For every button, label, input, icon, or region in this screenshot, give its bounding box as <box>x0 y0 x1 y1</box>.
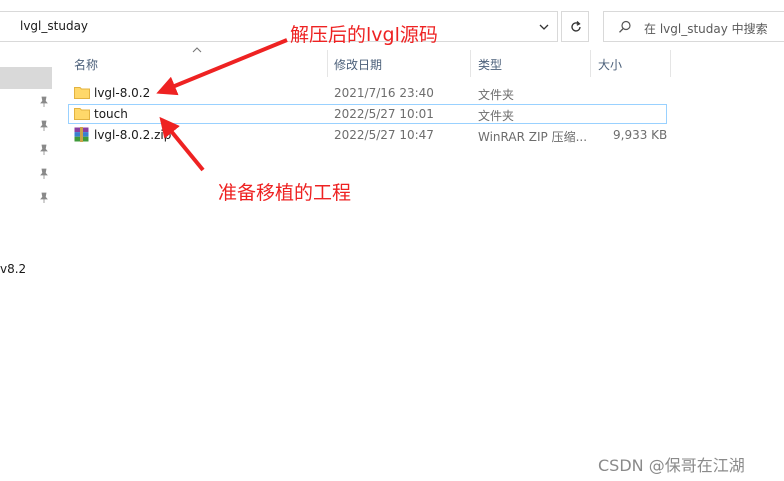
arrow-to-touch-folder <box>159 116 205 172</box>
arrow-to-lvgl-folder <box>156 38 288 96</box>
watermark: CSDN @保哥在江湖 <box>598 456 745 475</box>
annotation-arrows <box>156 38 288 172</box>
